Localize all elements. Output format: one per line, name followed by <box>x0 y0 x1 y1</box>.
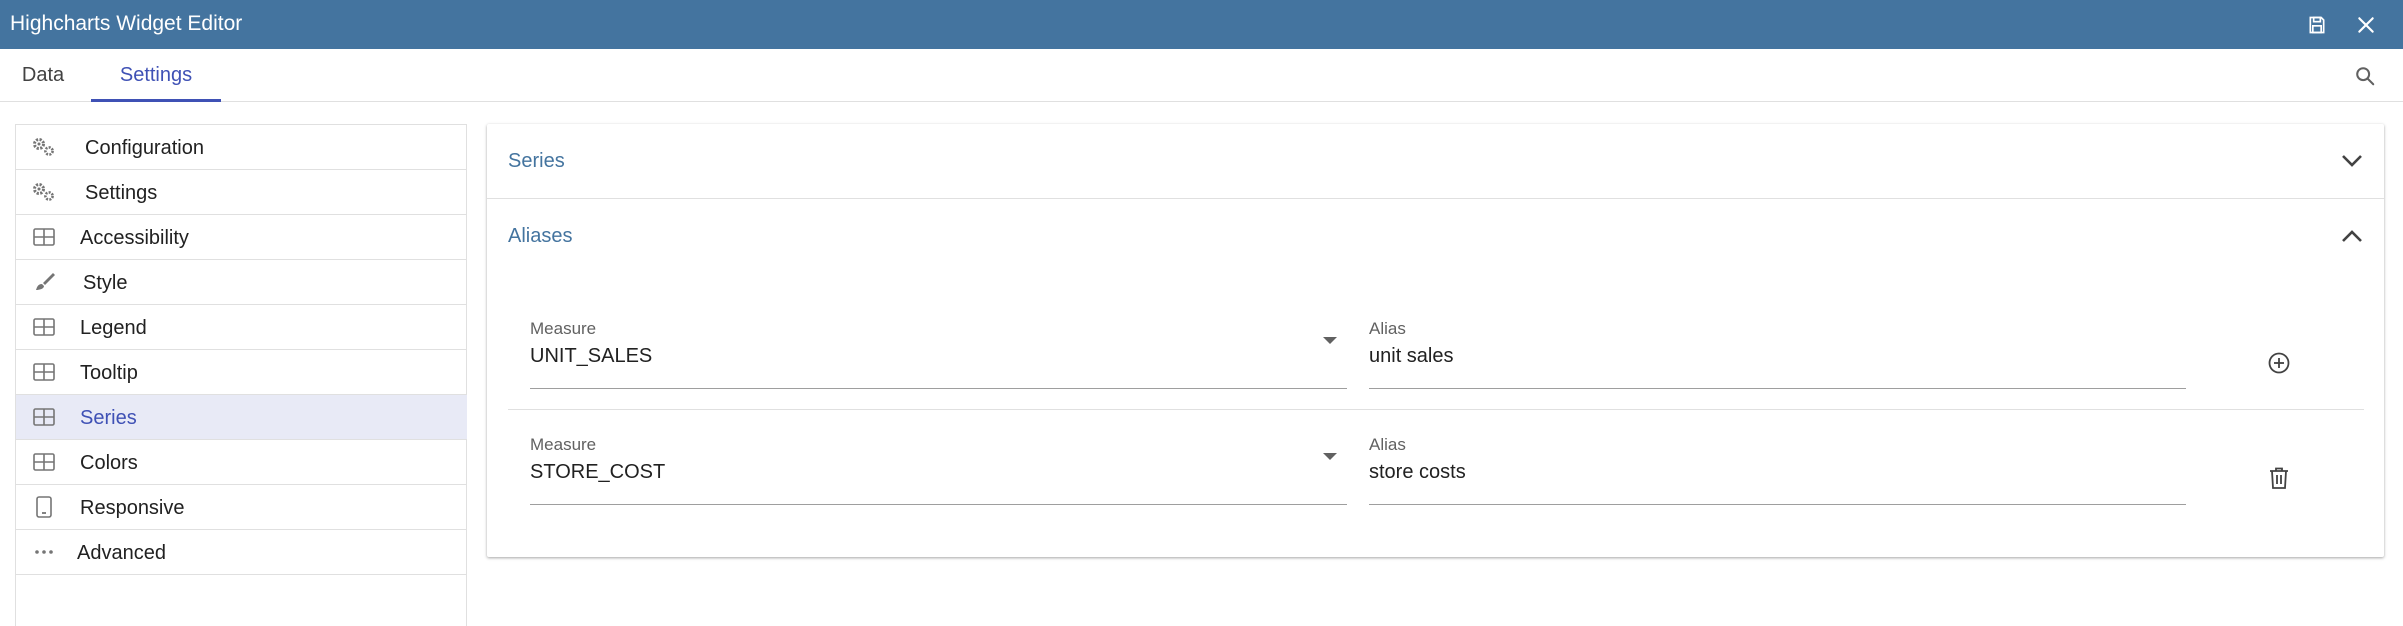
sidebar-item-style[interactable]: Style <box>16 260 467 305</box>
sidebar-item-colors[interactable]: Colors <box>16 440 467 485</box>
close-button[interactable] <box>2351 10 2381 40</box>
table-icon <box>30 406 58 428</box>
table-icon <box>30 451 58 473</box>
sidebar-item-advanced[interactable]: Advanced <box>16 530 467 575</box>
sidebar-item-label: Style <box>83 272 128 294</box>
gears-icon <box>30 181 58 203</box>
search-icon <box>2356 67 2375 86</box>
sidebar-item-responsive[interactable]: Responsive <box>16 485 467 530</box>
sidebar-item-legend[interactable]: Legend <box>16 305 467 350</box>
section-title: Aliases <box>508 225 573 247</box>
measure-select[interactable]: Measure UNIT_SALES <box>530 319 1347 389</box>
alias-label: Alias <box>1369 435 1406 454</box>
sidebar-item-settings[interactable]: Settings <box>16 170 467 215</box>
sidebar-item-label: Advanced <box>77 542 166 564</box>
sidebar-item-label: Accessibility <box>80 227 189 249</box>
sidebar-item-tooltip[interactable]: Tooltip <box>16 350 467 395</box>
tab-settings-label: Settings <box>119 63 193 86</box>
tab-bar: Data Settings <box>0 49 2403 102</box>
sidebar-item-series[interactable]: Series <box>16 395 467 440</box>
sidebar-item-label: Series <box>80 407 137 429</box>
table-icon <box>30 226 58 248</box>
save-icon <box>2309 16 2325 34</box>
measure-label: Measure <box>530 435 597 454</box>
save-button[interactable] <box>2302 10 2332 40</box>
alias-input[interactable]: Alias store costs <box>1369 435 2186 505</box>
tablet-icon <box>30 496 58 518</box>
sidebar-item-accessibility[interactable]: Accessibility <box>16 215 467 260</box>
delete-icon <box>2270 467 2288 489</box>
section-series-header[interactable]: Series <box>487 124 2384 198</box>
add-circle-icon <box>2268 352 2290 374</box>
settings-panel: Series Aliases Measure UNIT_SALES Alias … <box>487 124 2384 557</box>
sidebar-item-configuration[interactable]: Configuration <box>16 125 467 170</box>
alias-value: store costs <box>1369 461 1466 483</box>
chevron-up-icon <box>2337 221 2367 251</box>
tab-data[interactable]: Data <box>0 49 86 101</box>
alias-input[interactable]: Alias unit sales <box>1369 319 2186 389</box>
gears-icon <box>30 136 58 158</box>
divider <box>508 409 2364 410</box>
measure-value: STORE_COST <box>530 461 666 483</box>
dropdown-arrow-icon <box>1323 337 1337 344</box>
sidebar-item-label: Colors <box>80 452 138 474</box>
add-alias-button[interactable] <box>2262 346 2296 380</box>
window-title: Highcharts Widget Editor <box>10 12 243 35</box>
chevron-down-icon <box>2337 146 2367 176</box>
close-icon <box>2358 17 2374 33</box>
sidebar-item-label: Responsive <box>80 497 185 519</box>
sidebar-item-label: Legend <box>80 317 147 339</box>
brush-icon <box>30 271 58 293</box>
settings-sidebar: Configuration Settings Accessibility Sty… <box>15 124 467 626</box>
measure-label: Measure <box>530 319 597 338</box>
tab-data-label: Data <box>21 63 65 86</box>
search-button[interactable] <box>2350 61 2380 91</box>
table-icon <box>30 316 58 338</box>
tab-settings[interactable]: Settings <box>91 49 221 102</box>
dropdown-arrow-icon <box>1323 453 1337 460</box>
table-icon <box>30 361 58 383</box>
alias-label: Alias <box>1369 319 1406 338</box>
sidebar-item-label: Tooltip <box>80 362 138 384</box>
sidebar-item-label: Configuration <box>85 137 204 159</box>
title-bar: Highcharts Widget Editor <box>0 0 2403 49</box>
measure-value: UNIT_SALES <box>530 345 653 367</box>
delete-alias-button[interactable] <box>2262 461 2296 495</box>
section-aliases-header[interactable]: Aliases <box>487 199 2384 273</box>
measure-select[interactable]: Measure STORE_COST <box>530 435 1347 505</box>
section-title: Series <box>508 150 565 172</box>
sidebar-item-label: Settings <box>85 182 158 204</box>
alias-value: unit sales <box>1369 345 1454 367</box>
more-horiz-icon <box>30 541 58 563</box>
